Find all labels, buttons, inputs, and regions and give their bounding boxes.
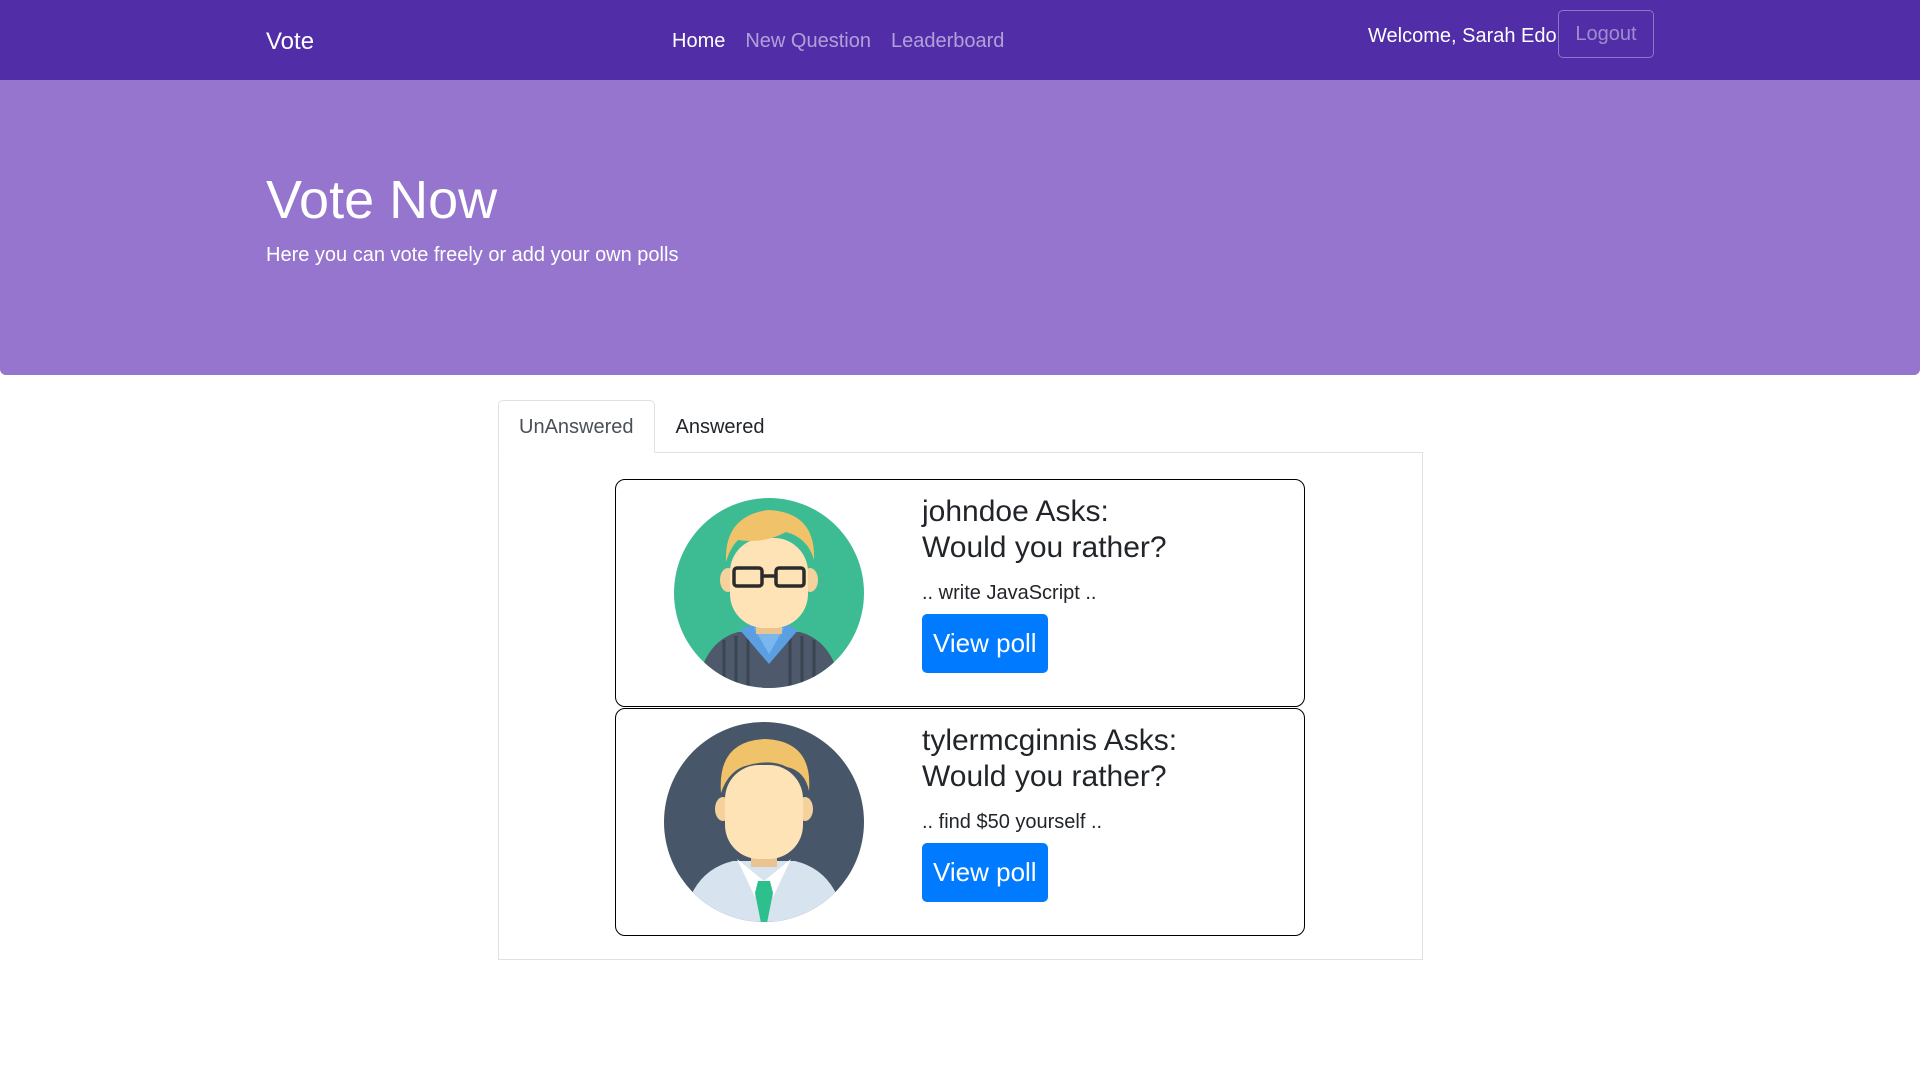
nav-home-link[interactable]: Home — [672, 26, 725, 56]
view-poll-button[interactable]: View poll — [922, 843, 1048, 902]
poll-question: Would you rather? — [922, 760, 1167, 793]
poll-asker: tylermcginnis Asks: — [922, 724, 1178, 757]
poll-asker: johndoe Asks: — [922, 495, 1109, 528]
nav-links: Home New Question Leaderboard — [672, 26, 1004, 56]
poll-info: tylermcginnis Asks: Would you rather? ..… — [922, 723, 1292, 902]
hero-banner: Vote Now Here you can vote freely or add… — [0, 80, 1920, 375]
man-with-tie-avatar-icon — [663, 721, 865, 923]
hero-title: Vote Now — [266, 170, 498, 230]
view-poll-button[interactable]: View poll — [922, 614, 1048, 673]
hero-subtitle: Here you can vote freely or add your own… — [266, 244, 679, 266]
poll-card: johndoe Asks: Would you rather? .. write… — [615, 479, 1305, 707]
brand-link[interactable]: Vote — [266, 24, 314, 60]
poll-question: Would you rather? — [922, 531, 1167, 564]
tab-panel: johndoe Asks: Would you rather? .. write… — [498, 452, 1423, 960]
logout-button[interactable]: Logout — [1558, 10, 1654, 58]
poll-teaser: .. write JavaScript .. — [922, 582, 1097, 604]
nav-leaderboard-link[interactable]: Leaderboard — [891, 26, 1004, 56]
poll-teaser: .. find $50 yourself .. — [922, 811, 1103, 833]
nav-new-question-link[interactable]: New Question — [745, 26, 871, 56]
poll-info: johndoe Asks: Would you rather? .. write… — [922, 494, 1292, 673]
top-navbar: Vote Home New Question Leaderboard Welco… — [0, 0, 1920, 80]
welcome-text: Welcome, Sarah Edo — [1368, 25, 1557, 47]
poll-card: tylermcginnis Asks: Would you rather? ..… — [615, 708, 1305, 936]
poll-tabs: UnAnswered Answered — [498, 400, 785, 453]
man-with-glasses-avatar-icon — [668, 492, 870, 694]
tab-answered[interactable]: Answered — [655, 400, 786, 453]
tab-unanswered[interactable]: UnAnswered — [498, 400, 655, 453]
